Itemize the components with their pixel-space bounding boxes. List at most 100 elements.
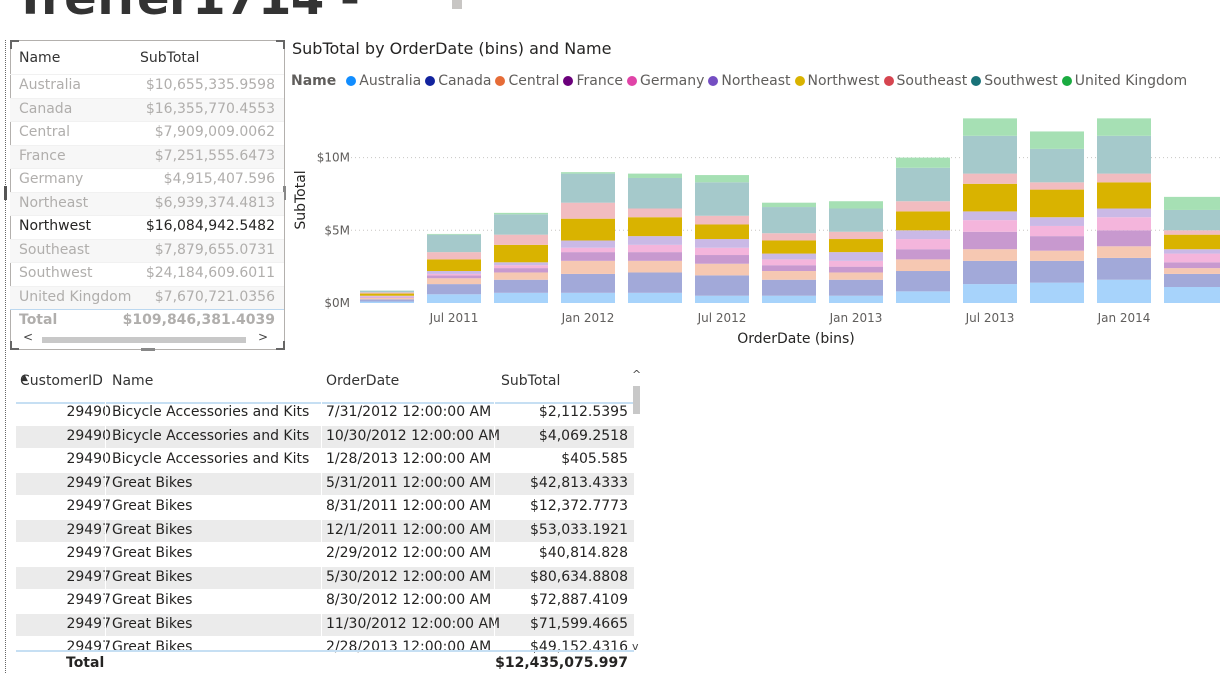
table-row[interactable]: Australia$10,655,335.9598 — [10, 74, 284, 98]
bar-segment — [896, 239, 950, 249]
column-header-subtotal[interactable]: SubTotal — [501, 373, 560, 389]
column-header-customerid[interactable]: CustomerID — [20, 373, 103, 389]
bar-segment — [561, 293, 615, 303]
cell-subtotal: $6,939,374.4813 — [155, 195, 275, 211]
region-table-visual[interactable]: Name SubTotal Australia$10,655,335.9598C… — [10, 40, 285, 350]
table-row[interactable]: France$7,251,555.6473 — [10, 145, 284, 169]
sort-ascending-icon: ▲ — [21, 373, 28, 383]
y-axis-title: SubTotal — [293, 170, 309, 229]
table-row[interactable]: Northwest$16,084,942.5482 — [10, 215, 284, 239]
cell-name: Great Bikes — [112, 592, 192, 608]
bar-segment — [762, 254, 816, 260]
bar-segment — [1030, 251, 1084, 261]
table-row[interactable]: 29497Great Bikes2/29/2012 12:00:00 AM$40… — [16, 543, 634, 567]
column-separator — [494, 402, 495, 650]
scrollbar-thumb[interactable] — [633, 386, 640, 414]
bar-segment — [628, 252, 682, 261]
column-header-name[interactable]: Name — [19, 50, 60, 66]
bar-segment — [762, 271, 816, 280]
cell-name: Great Bikes — [112, 569, 192, 585]
bar-segment — [1164, 230, 1220, 234]
bar-segment — [963, 249, 1017, 261]
cell-name: Great Bikes — [112, 475, 192, 491]
corner-handle[interactable] — [276, 341, 285, 350]
cell-orderdate: 10/30/2012 12:00:00 AM — [326, 428, 500, 444]
bar-segment — [1164, 197, 1220, 210]
table-row[interactable]: 29490Bicycle Accessories and Kits7/31/20… — [16, 402, 634, 426]
table-row[interactable]: 29490Bicycle Accessories and Kits10/30/2… — [16, 426, 634, 450]
customer-table-visual[interactable]: CustomerID ▲ Name OrderDate SubTotal 294… — [10, 366, 650, 673]
bar-segment — [360, 296, 414, 297]
bar-segment — [1164, 274, 1220, 287]
cell-subtotal: $71,599.4665 — [530, 616, 628, 632]
bar-segment — [628, 217, 682, 236]
table-row[interactable]: 29490Bicycle Accessories and Kits1/28/20… — [16, 449, 634, 473]
scrollbar-thumb[interactable] — [42, 337, 246, 343]
cell-subtotal: $4,915,407.596 — [164, 171, 275, 187]
table-row[interactable]: Southwest$24,184,609.6011 — [10, 262, 284, 286]
bar-segment — [360, 298, 414, 299]
x-tick-label: Jul 2012 — [697, 311, 747, 325]
bar-segment — [628, 261, 682, 273]
bar-segment — [695, 182, 749, 215]
bar-segment — [1164, 210, 1220, 230]
table-row[interactable]: Southeast$7,879,655.0731 — [10, 239, 284, 263]
x-tick-label: Jan 2014 — [1097, 311, 1151, 325]
stacked-column-chart[interactable]: SubTotal by OrderDate (bins) and Name Na… — [286, 34, 1220, 354]
vertical-scrollbar[interactable]: ^ v — [632, 368, 644, 658]
bar-segment — [427, 252, 481, 259]
bar-segment — [561, 240, 615, 247]
table-row[interactable]: 29497Great Bikes8/30/2012 12:00:00 AM$72… — [16, 590, 634, 614]
bar-segment — [896, 291, 950, 303]
cell-name: Northeast — [19, 195, 88, 211]
bar-segment — [963, 136, 1017, 174]
cell-subtotal: $2,112.5395 — [539, 404, 628, 420]
table-row[interactable]: United Kingdom$7,670,721.0356 — [10, 286, 284, 310]
scroll-up-arrow[interactable]: ^ — [632, 368, 641, 381]
cell-name: France — [19, 148, 66, 164]
bar-segment — [829, 267, 883, 273]
cell-name: Bicycle Accessories and Kits — [112, 451, 309, 467]
bar-segment — [1164, 249, 1220, 253]
bar-segment — [762, 240, 816, 253]
bar-segment — [360, 294, 414, 296]
bar-segment — [494, 235, 548, 245]
column-header-name[interactable]: Name — [112, 373, 153, 389]
cell-subtotal: $4,069.2518 — [539, 428, 628, 444]
column-header-subtotal[interactable]: SubTotal — [140, 50, 199, 66]
table-row[interactable]: 29497Great Bikes8/31/2011 12:00:00 AM$12… — [16, 496, 634, 520]
table-row[interactable]: Central$7,909,009.0062 — [10, 121, 284, 145]
column-separator — [321, 402, 322, 650]
column-header-orderdate[interactable]: OrderDate — [326, 373, 399, 389]
table-row[interactable]: 29497Great Bikes5/30/2012 12:00:00 AM$80… — [16, 567, 634, 591]
customer-table-body: 29490Bicycle Accessories and Kits7/31/20… — [16, 402, 634, 661]
cell-name: United Kingdom — [19, 289, 131, 305]
edge-handle[interactable] — [141, 348, 155, 351]
cell-subtotal: $7,909,009.0062 — [155, 124, 275, 140]
bar-segment — [1097, 217, 1151, 230]
table-row[interactable]: 29497Great Bikes5/31/2011 12:00:00 AM$42… — [16, 473, 634, 497]
bar-segment — [695, 296, 749, 303]
table-row[interactable]: 29497Great Bikes11/30/2012 12:00:00 AM$7… — [16, 614, 634, 638]
scroll-down-arrow[interactable]: v — [632, 640, 639, 653]
horizontal-scrollbar[interactable]: < > — [18, 333, 272, 345]
bar-segment — [762, 296, 816, 303]
scroll-right-arrow[interactable]: > — [258, 330, 268, 344]
table-row[interactable]: 29497Great Bikes12/1/2011 12:00:00 AM$53… — [16, 520, 634, 544]
table-row[interactable]: Canada$16,355,770.4553 — [10, 98, 284, 122]
bar-segment — [896, 201, 950, 211]
cell-orderdate: 5/31/2011 12:00:00 AM — [326, 475, 491, 491]
y-tick-label: $5M — [324, 223, 350, 237]
customer-table-header: CustomerID ▲ Name OrderDate SubTotal — [16, 366, 634, 404]
bar-segment — [762, 207, 816, 233]
resize-handle[interactable] — [4, 186, 7, 200]
bar-segment — [1097, 230, 1151, 246]
table-row[interactable]: Northeast $6,939,374.4813 — [10, 192, 284, 216]
bar-segment — [561, 219, 615, 241]
scroll-left-arrow[interactable]: < — [23, 330, 33, 344]
cell-orderdate: 5/30/2012 12:00:00 AM — [326, 569, 491, 585]
cell-subtotal: $405.585 — [561, 451, 628, 467]
bar-segment — [695, 224, 749, 239]
total-value: $12,435,075.997 — [495, 655, 628, 671]
table-row[interactable]: Germany$4,915,407.596 — [10, 168, 284, 192]
